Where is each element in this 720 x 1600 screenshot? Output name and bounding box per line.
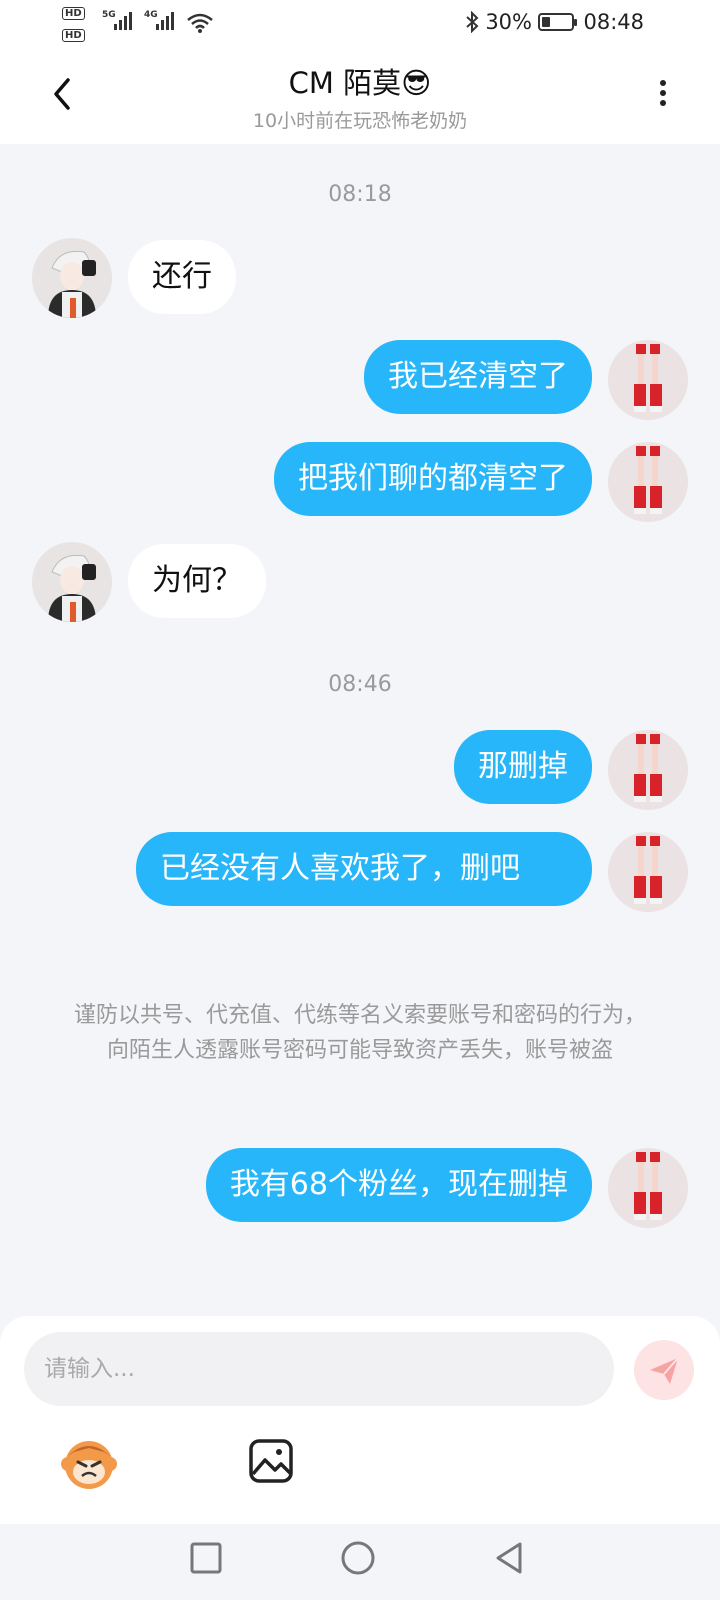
send-button[interactable] [634,1340,694,1400]
contact-name[interactable]: CM 陌莫😎 [0,60,720,102]
message-bubble-sent[interactable]: 那删掉 [454,730,592,804]
signal-icon [114,12,132,30]
more-options-icon[interactable] [648,76,678,116]
contact-avatar[interactable] [32,542,112,622]
message-bubble-received[interactable]: 为何？ [128,544,266,618]
battery-percent: 30% [485,10,532,34]
back-triangle-icon[interactable] [490,1538,530,1578]
battery-icon [538,13,577,31]
message-bubble-sent[interactable]: 把我们聊的都清空了 [274,442,592,516]
image-icon[interactable] [248,1438,294,1484]
message-bubble-sent[interactable]: 我有68个粉丝，现在删掉 [205,1148,592,1222]
my-avatar[interactable] [608,730,688,810]
message-input[interactable] [24,1332,614,1406]
timestamp: 08:18 [328,182,392,207]
status-time: 08:48 [583,10,644,34]
message-bubble-sent[interactable]: 我已经清空了 [364,340,592,414]
recent-apps-icon[interactable] [186,1538,226,1578]
bluetooth-icon [466,11,479,33]
hd-badge: HD [62,7,85,20]
message-bubble-received[interactable]: 还行 [128,240,236,314]
system-nav-bar [0,1524,720,1600]
my-avatar[interactable] [608,832,688,912]
home-icon[interactable] [338,1538,378,1578]
my-avatar[interactable] [608,340,688,420]
emoji-icon[interactable] [60,1434,118,1492]
send-icon [650,1357,679,1384]
contact-avatar[interactable] [32,238,112,318]
message-bubble-sent[interactable]: 已经没有人喜欢我了，删吧 [136,832,592,906]
wifi-icon [187,13,213,33]
timestamp: 08:46 [328,672,392,697]
hd-badge: HD [62,29,85,42]
contact-status: 10小时前在玩恐怖老奶奶 [252,110,468,132]
status-bar: HD HD 5G 4G 30% 08:48 [0,0,720,48]
message-list[interactable]: 08:18 还行 我已经清空了 把我们聊的都清空了 为何？ 08:46 那删掉 … [0,144,720,1304]
my-avatar[interactable] [608,1148,688,1228]
signal-icon [156,12,174,30]
chat-header: CM 陌莫😎 10小时前在玩恐怖老奶奶 [0,48,720,144]
input-bar [0,1316,720,1524]
security-notice: 谨防以共号、代充值、代练等名义索要账号和密码的行为，向陌生人透露账号密码可能导致… [73,1003,646,1063]
my-avatar[interactable] [608,442,688,522]
